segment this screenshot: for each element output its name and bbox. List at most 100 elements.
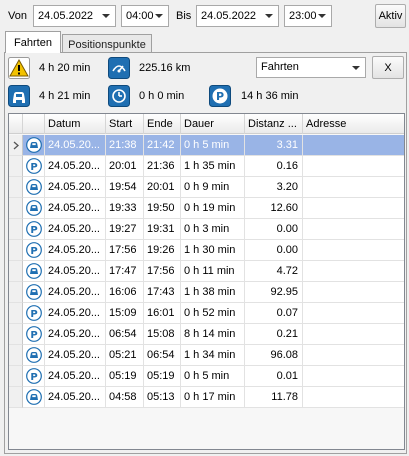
cell-datum: 24.05.20... (45, 240, 106, 261)
table-row[interactable]: P 24.05.20... 15:09 16:01 0 h 52 min 0.07 (9, 303, 404, 324)
cell-ende: 21:42 (144, 135, 181, 156)
drive-icon (23, 261, 45, 282)
cell-ende: 19:50 (144, 198, 181, 219)
idle-engine-icon (108, 85, 130, 107)
row-header[interactable] (9, 387, 23, 408)
cell-adresse (303, 366, 404, 387)
row-header[interactable] (9, 198, 23, 219)
cell-start: 04:58 (106, 387, 144, 408)
cell-distanz: 0.07 (245, 303, 303, 324)
col-adresse[interactable]: Adresse (303, 114, 404, 134)
row-header[interactable] (9, 240, 23, 261)
cell-datum: 24.05.20... (45, 135, 106, 156)
cell-dauer: 0 h 5 min (181, 366, 245, 387)
cell-start: 21:38 (106, 135, 144, 156)
tab-fahrten[interactable]: Fahrten (5, 31, 61, 53)
row-header[interactable] (9, 135, 23, 156)
col-datum[interactable]: Datum (45, 114, 106, 134)
clear-button[interactable]: X (372, 56, 404, 79)
warning-duration: 4 h 20 min (39, 62, 91, 74)
cell-start: 20:01 (106, 156, 144, 177)
car-icon (8, 85, 30, 107)
svg-text:P: P (30, 330, 37, 341)
tab-positionspunkte[interactable]: Positionspunkte (62, 34, 152, 54)
cell-start: 16:06 (106, 282, 144, 303)
table-row[interactable]: P 24.05.20... 17:56 19:26 1 h 30 min 0.00 (9, 240, 404, 261)
table-row[interactable]: P 24.05.20... 19:27 19:31 0 h 3 min 0.00 (9, 219, 404, 240)
row-header[interactable] (9, 324, 23, 345)
table-row[interactable]: 24.05.20... 21:38 21:42 0 h 5 min 3.31 (9, 135, 404, 156)
svg-text:P: P (30, 372, 37, 383)
row-header[interactable] (9, 303, 23, 324)
col-start[interactable]: Start (106, 114, 144, 134)
cell-start: 19:54 (106, 177, 144, 198)
cell-ende: 15:08 (144, 324, 181, 345)
drive-icon (23, 135, 45, 156)
cell-dauer: 0 h 3 min (181, 219, 245, 240)
row-header[interactable] (9, 366, 23, 387)
svg-text:P: P (30, 246, 37, 257)
col-dauer[interactable]: Dauer (181, 114, 245, 134)
idle-duration: 0 h 0 min (139, 90, 185, 102)
table-row[interactable]: 24.05.20... 04:58 05:13 0 h 17 min 11.78 (9, 387, 404, 408)
col-ende[interactable]: Ende (144, 114, 181, 134)
row-header[interactable] (9, 282, 23, 303)
cell-adresse (303, 261, 404, 282)
type-column-header[interactable] (23, 114, 45, 134)
bis-time-value: 23:00 (289, 10, 317, 22)
von-date-picker[interactable]: 24.05.2022 (33, 5, 116, 27)
cell-ende: 06:54 (144, 345, 181, 366)
cell-distanz: 0.00 (245, 240, 303, 261)
parking-icon: P (209, 85, 231, 107)
table-row[interactable]: 24.05.20... 19:33 19:50 0 h 19 min 12.60 (9, 198, 404, 219)
row-header[interactable] (9, 177, 23, 198)
cell-ende: 05:13 (144, 387, 181, 408)
cell-datum: 24.05.20... (45, 198, 106, 219)
svg-text:P: P (216, 90, 224, 103)
table-row[interactable]: P 24.05.20... 06:54 15:08 8 h 14 min 0.21 (9, 324, 404, 345)
chevron-down-icon[interactable] (152, 8, 166, 24)
table-row[interactable]: P 24.05.20... 20:01 21:36 1 h 35 min 0.16 (9, 156, 404, 177)
bis-time-picker[interactable]: 23:00 (284, 5, 332, 27)
cell-start: 19:27 (106, 219, 144, 240)
table-row[interactable]: 24.05.20... 19:54 20:01 0 h 9 min 3.20 (9, 177, 404, 198)
table-row[interactable]: 24.05.20... 05:21 06:54 1 h 34 min 96.08 (9, 345, 404, 366)
table-header: Datum Start Ende Dauer Distanz ... Adres… (9, 114, 404, 134)
table-row[interactable]: 24.05.20... 17:47 17:56 0 h 11 min 4.72 (9, 261, 404, 282)
svg-text:P: P (30, 162, 37, 173)
cell-distanz: 0.01 (245, 366, 303, 387)
chevron-down-icon[interactable] (99, 8, 113, 24)
cell-adresse (303, 240, 404, 261)
trips-table[interactable]: Datum Start Ende Dauer Distanz ... Adres… (8, 113, 405, 450)
aktiv-button[interactable]: Aktiv (375, 4, 406, 28)
parking-icon: P (23, 240, 45, 261)
bis-date-picker[interactable]: 24.05.2022 (196, 5, 279, 27)
cell-adresse (303, 387, 404, 408)
cell-start: 19:33 (106, 198, 144, 219)
row-header[interactable] (9, 156, 23, 177)
cell-adresse (303, 135, 404, 156)
filter-select-value: Fahrten (261, 61, 299, 73)
filter-select[interactable]: Fahrten (256, 57, 366, 78)
von-time-picker[interactable]: 04:00 (121, 5, 169, 27)
warning-icon (8, 57, 30, 79)
row-header[interactable] (9, 219, 23, 240)
drive-icon (23, 177, 45, 198)
bis-label: Bis (176, 10, 192, 22)
row-header[interactable] (9, 261, 23, 282)
chevron-down-icon[interactable] (262, 8, 276, 24)
cell-dauer: 1 h 34 min (181, 345, 245, 366)
cell-distanz: 0.16 (245, 156, 303, 177)
table-row[interactable]: P 24.05.20... 05:19 05:19 0 h 5 min 0.01 (9, 366, 404, 387)
drive-duration: 4 h 21 min (39, 90, 91, 102)
distance-total: 225.16 km (139, 62, 191, 74)
col-distanz[interactable]: Distanz ... (245, 114, 303, 134)
cell-dauer: 1 h 38 min (181, 282, 245, 303)
cell-adresse (303, 345, 404, 366)
table-row[interactable]: 24.05.20... 16:06 17:43 1 h 38 min 92.95 (9, 282, 404, 303)
parking-icon: P (23, 156, 45, 177)
chevron-down-icon[interactable] (349, 60, 363, 76)
cell-dauer: 0 h 5 min (181, 135, 245, 156)
row-header[interactable] (9, 345, 23, 366)
chevron-down-icon[interactable] (315, 8, 329, 24)
